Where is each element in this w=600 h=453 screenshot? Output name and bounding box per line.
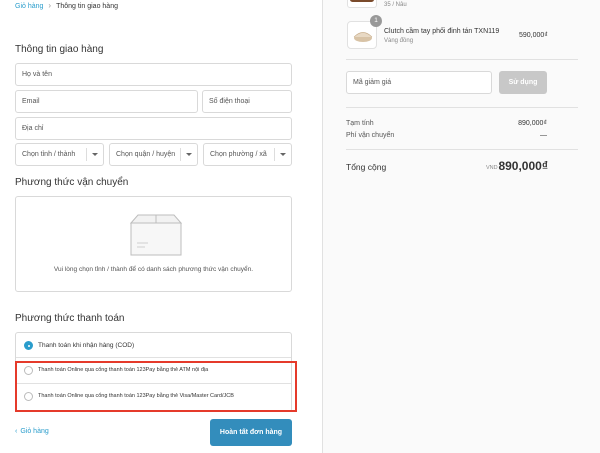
ward-select-label: Chọn phường / xã: [210, 151, 267, 158]
shipping-fee-row: Phí vận chuyển —: [346, 132, 547, 139]
back-to-cart-link[interactable]: ‹ Giỏ hàng: [15, 428, 49, 435]
phone-input[interactable]: Số điện thoại: [202, 90, 292, 113]
product-thumbnail: [347, 0, 377, 8]
divider: [346, 107, 578, 108]
shipping-method-box: Vui lòng chọn tỉnh / thành để có danh sá…: [15, 196, 292, 292]
select-divider: [86, 148, 87, 161]
chevron-down-icon: [280, 153, 286, 156]
divider: [346, 59, 578, 60]
ward-select[interactable]: Chọn phường / xã: [203, 143, 292, 166]
package-icon: [129, 214, 183, 256]
shipping-method-title: Phương thức vận chuyển: [15, 177, 129, 188]
product-item-1: [347, 0, 377, 8]
coupon-input[interactable]: Mã giảm giá: [346, 71, 492, 94]
payment-method-title: Phương thức thanh toán: [15, 313, 125, 324]
shipping-method-message: Vui lòng chọn tỉnh / thành để có danh sá…: [53, 266, 254, 273]
shipping-fee-value: —: [540, 132, 547, 139]
full-name-input[interactable]: Họ và tên: [15, 63, 292, 86]
highlight-box: [15, 361, 297, 412]
district-select-label: Chọn quận / huyện: [116, 151, 176, 158]
apply-coupon-button[interactable]: Sử dụng: [499, 71, 547, 94]
total-currency: VND: [486, 165, 498, 171]
payment-option-label: Thanh toán khi nhận hàng (COD): [38, 342, 135, 349]
product-price: 590,000₫: [519, 32, 548, 39]
quantity-badge: 1: [370, 15, 382, 27]
breadcrumb-cart-link[interactable]: Giỏ hàng: [15, 3, 43, 10]
subtotal-label: Tạm tính: [346, 120, 374, 127]
product-name: Clutch cầm tay phối đinh tán TXN119: [384, 28, 500, 35]
chevron-down-icon: [186, 153, 192, 156]
radio-selected[interactable]: [24, 341, 33, 350]
checkout-main: Giỏ hàng › Thông tin giao hàng Thông tin g…: [0, 0, 322, 453]
shipping-info-title: Thông tin giao hàng: [15, 44, 104, 55]
order-summary: 35 / Nâu 1 Clutch cầm tay phối đinh tán …: [322, 0, 600, 453]
complete-order-button[interactable]: Hoàn tất đơn hàng: [210, 419, 292, 446]
subtotal-value: 890,000₫: [518, 120, 547, 127]
divider: [16, 357, 291, 358]
chevron-down-icon: [92, 153, 98, 156]
divider: [346, 149, 578, 150]
chevron-right-icon: ›: [48, 1, 52, 10]
province-select[interactable]: Chọn tỉnh / thành: [15, 143, 104, 166]
total-label: Tổng cộng: [346, 162, 387, 172]
product-variant: Vàng đồng: [384, 38, 414, 44]
subtotal-row: Tạm tính 890,000₫: [346, 120, 547, 127]
checkout-page: Giỏ hàng › Thông tin giao hàng Thông tin g…: [0, 0, 600, 453]
back-to-cart-label: Giỏ hàng: [20, 428, 49, 435]
payment-option-cod[interactable]: Thanh toán khi nhận hàng (COD): [16, 340, 291, 352]
shoe-image: [350, 0, 374, 2]
select-divider: [180, 148, 181, 161]
chevron-left-icon: ‹: [15, 428, 18, 435]
district-select[interactable]: Chọn quận / huyện: [109, 143, 198, 166]
breadcrumb-current: Thông tin giao hàng: [56, 3, 118, 10]
breadcrumb: Giỏ hàng › Thông tin giao hàng: [15, 1, 118, 10]
email-input[interactable]: Email: [15, 90, 198, 113]
total-value: 890,000₫: [498, 159, 548, 173]
select-divider: [274, 148, 275, 161]
shipping-fee-label: Phí vận chuyển: [346, 132, 395, 139]
product-1-variant: 35 / Nâu: [384, 2, 407, 8]
province-select-label: Chọn tỉnh / thành: [22, 151, 76, 158]
address-input[interactable]: Địa chỉ: [15, 117, 292, 140]
